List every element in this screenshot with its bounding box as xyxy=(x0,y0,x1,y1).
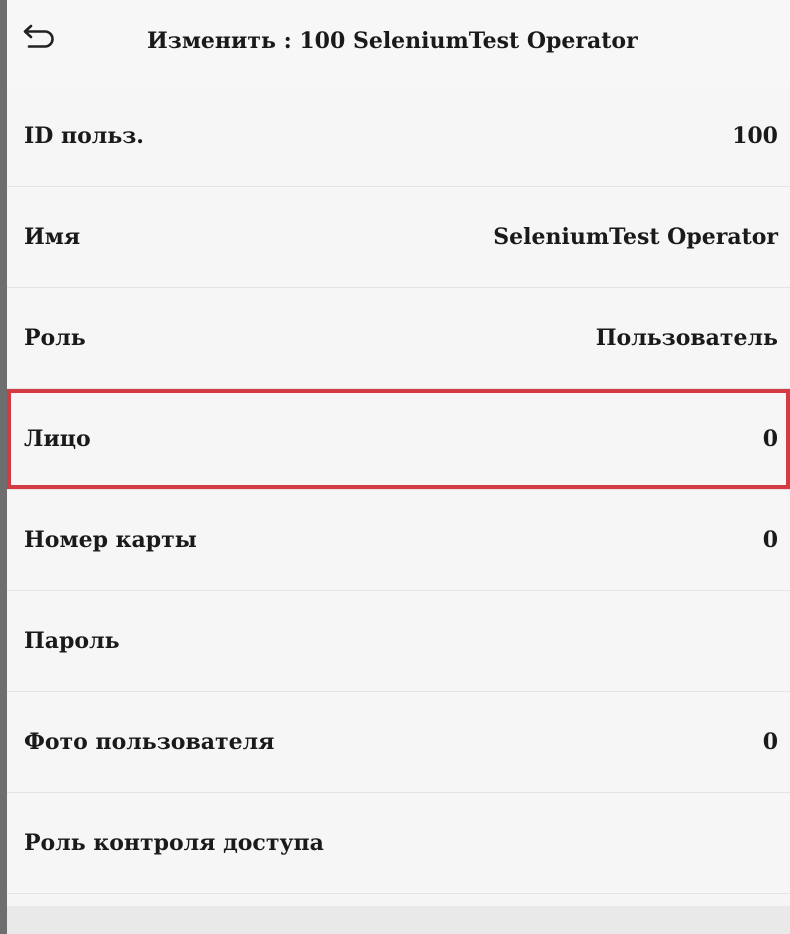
device-bezel xyxy=(0,0,7,934)
field-row-role[interactable]: Роль Пользователь xyxy=(7,288,790,389)
field-value: 100 xyxy=(732,123,778,149)
field-label: Лицо xyxy=(24,426,91,452)
field-label: Фото пользователя xyxy=(24,729,275,755)
header-bar: Изменить : 100 SeleniumTest Operator xyxy=(7,0,790,87)
field-label: Номер карты xyxy=(24,527,197,553)
field-row-user-photo[interactable]: Фото пользователя 0 xyxy=(7,692,790,793)
list-bottom-edge xyxy=(7,906,790,934)
field-value: SeleniumTest Operator xyxy=(493,224,778,250)
field-row-access-control-role[interactable]: Роль контроля доступа xyxy=(7,793,790,894)
page-title: Изменить : 100 SeleniumTest Operator xyxy=(147,28,638,54)
field-value: 0 xyxy=(762,729,778,755)
field-label: Пароль xyxy=(24,628,120,654)
field-label: Роль xyxy=(24,325,86,351)
field-row-name[interactable]: Имя SeleniumTest Operator xyxy=(7,187,790,288)
field-row-face[interactable]: Лицо 0 xyxy=(7,389,790,490)
field-value: 0 xyxy=(762,426,778,452)
field-row-user-id[interactable]: ID польз. 100 xyxy=(7,86,790,187)
field-label: ID польз. xyxy=(24,123,144,149)
back-button[interactable] xyxy=(21,22,57,52)
field-row-password[interactable]: Пароль xyxy=(7,591,790,692)
field-value: Пользователь xyxy=(595,325,778,351)
field-value: 0 xyxy=(762,527,778,553)
user-fields-list: ID польз. 100 Имя SeleniumTest Operator … xyxy=(7,86,790,894)
field-label: Имя xyxy=(24,224,81,250)
edit-user-screen: Изменить : 100 SeleniumTest Operator ID … xyxy=(0,0,790,934)
field-label: Роль контроля доступа xyxy=(24,830,324,856)
field-row-card-number[interactable]: Номер карты 0 xyxy=(7,490,790,591)
return-arrow-icon xyxy=(23,24,54,48)
